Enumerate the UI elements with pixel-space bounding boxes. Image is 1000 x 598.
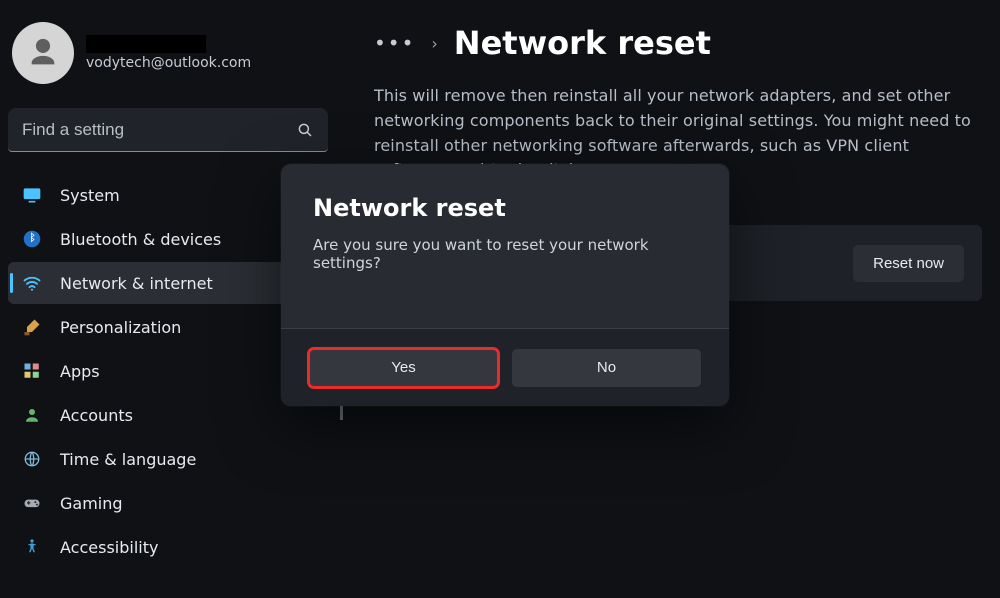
reset-now-button[interactable]: Reset now xyxy=(853,245,964,282)
bluetooth-icon xyxy=(22,229,42,249)
brush-icon xyxy=(22,317,42,337)
profile[interactable]: vodytech@outlook.com xyxy=(8,18,328,96)
sidebar-item-label: Accessibility xyxy=(60,538,316,557)
search-icon xyxy=(296,121,314,139)
apps-icon xyxy=(22,361,42,381)
sidebar-item-network[interactable]: Network & internet xyxy=(8,262,328,304)
sidebar-item-label: Gaming xyxy=(60,494,316,513)
sidebar-item-label: Bluetooth & devices xyxy=(60,230,316,249)
breadcrumb: ••• › Network reset xyxy=(374,24,982,62)
no-button[interactable]: No xyxy=(512,349,701,387)
dialog-body: Network reset Are you sure you want to r… xyxy=(281,164,729,328)
page-title: Network reset xyxy=(454,24,711,62)
confirm-dialog: Network reset Are you sure you want to r… xyxy=(281,164,729,406)
avatar xyxy=(12,22,74,84)
sidebar-item-time-language[interactable]: Time & language xyxy=(8,438,328,480)
dialog-message: Are you sure you want to reset your netw… xyxy=(313,236,697,272)
search-input[interactable] xyxy=(22,120,296,140)
sidebar-item-personalization[interactable]: Personalization xyxy=(8,306,328,348)
profile-name xyxy=(86,35,206,53)
profile-text: vodytech@outlook.com xyxy=(86,35,251,71)
accessibility-icon xyxy=(22,537,42,557)
wifi-icon xyxy=(22,273,42,293)
chevron-right-icon: › xyxy=(431,34,437,53)
sidebar-item-label: Network & internet xyxy=(60,274,316,293)
nav: System Bluetooth & devices Network & int… xyxy=(8,174,328,568)
sidebar-item-bluetooth[interactable]: Bluetooth & devices xyxy=(8,218,328,260)
yes-button[interactable]: Yes xyxy=(309,349,498,387)
sidebar-item-accessibility[interactable]: Accessibility xyxy=(8,526,328,568)
sidebar-item-apps[interactable]: Apps xyxy=(8,350,328,392)
sidebar-item-label: Apps xyxy=(60,362,316,381)
person-icon xyxy=(22,405,42,425)
search-box[interactable] xyxy=(8,108,328,152)
globe-icon xyxy=(22,449,42,469)
sidebar-item-label: Accounts xyxy=(60,406,316,425)
breadcrumb-more-icon[interactable]: ••• xyxy=(374,31,415,55)
sidebar-item-label: Personalization xyxy=(60,318,316,337)
sidebar-item-label: Time & language xyxy=(60,450,316,469)
dialog-actions: Yes No xyxy=(281,328,729,406)
gamepad-icon xyxy=(22,493,42,513)
sidebar-item-gaming[interactable]: Gaming xyxy=(8,482,328,524)
dialog-title: Network reset xyxy=(313,194,697,222)
sidebar-item-system[interactable]: System xyxy=(8,174,328,216)
sidebar-item-label: System xyxy=(60,186,316,205)
profile-email: vodytech@outlook.com xyxy=(86,55,251,71)
system-icon xyxy=(22,185,42,205)
sidebar-item-accounts[interactable]: Accounts xyxy=(8,394,328,436)
